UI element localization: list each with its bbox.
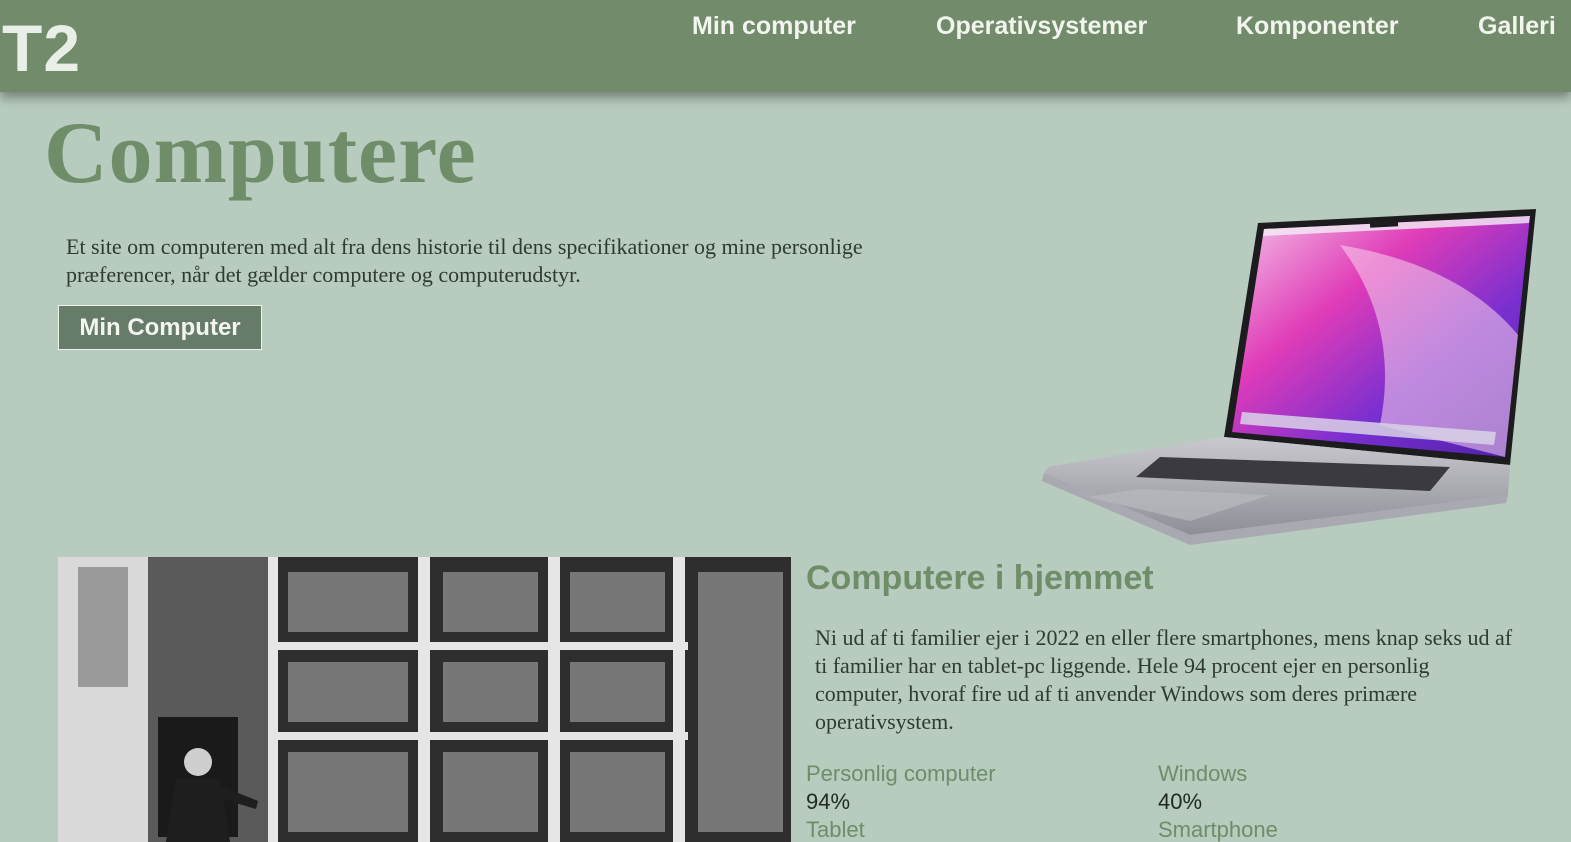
min-computer-button[interactable]: Min Computer (58, 305, 262, 350)
main-nav: Min computer Operativsystemer Komponente… (0, 10, 1571, 44)
mainframe-photo (58, 557, 791, 842)
top-navigation-bar: T2 Min computer Operativsystemer Kompone… (0, 0, 1571, 92)
nav-link-operativsystemer[interactable]: Operativsystemer (936, 10, 1147, 42)
stat-label-tablet: Tablet (806, 817, 865, 842)
stat-value-personal-computer: 94% (806, 789, 851, 814)
nav-link-min-computer[interactable]: Min computer (692, 10, 856, 42)
laptop-image (1042, 209, 1536, 545)
section-heading: Computere i hjemmet (806, 559, 1154, 597)
nav-link-galleri[interactable]: Galleri (1478, 10, 1556, 42)
stat-value-windows: 40% (1158, 789, 1203, 814)
section-body: Ni ud af ti familier ejer i 2022 en elle… (815, 625, 1513, 734)
intro-text: Et site om computeren med alt fra dens h… (66, 234, 863, 287)
stat-label-personal-computer: Personlig computer (806, 761, 996, 786)
nav-link-komponenter[interactable]: Komponenter (1236, 10, 1399, 42)
stat-label-windows: Windows (1158, 761, 1248, 786)
stat-label-smartphone: Smartphone (1158, 817, 1278, 842)
page-title: Computere (44, 105, 477, 202)
